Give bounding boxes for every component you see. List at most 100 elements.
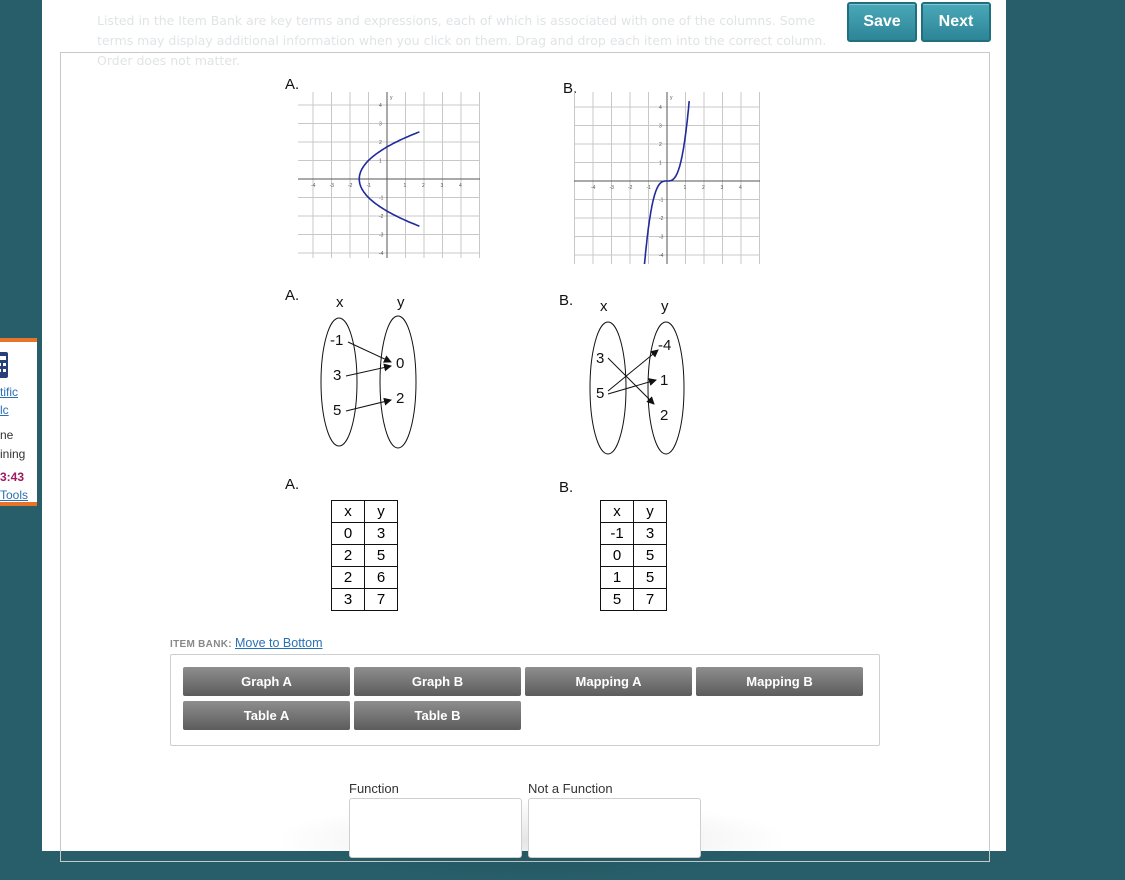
mapping-b-range-3: 2 [660, 407, 668, 424]
table-cell: 7 [364, 588, 398, 611]
mapping-a-x-head: x [336, 294, 344, 311]
function-column-label: Function [349, 781, 399, 796]
mapping-b-label: B. [559, 292, 574, 309]
scientific-calc-link-2[interactable]: lc [0, 403, 9, 417]
time-remaining-label-2: ining [0, 447, 26, 461]
item-mapping-b[interactable]: Mapping B [696, 667, 863, 696]
table-cell: 0 [600, 544, 634, 567]
x-tick-label: 2 [702, 185, 705, 191]
scientific-calc-link[interactable]: tific [0, 385, 18, 399]
mapping-b: x y 3 5 -4 1 2 [589, 298, 685, 455]
x-tick-label: -1 [647, 185, 652, 191]
table-b-head-y: y [633, 500, 667, 523]
table-a: xy 03 25 26 37 [331, 500, 398, 611]
time-remaining-label: ne [0, 428, 14, 442]
table-row: 57 [600, 588, 667, 611]
calculator-icon[interactable] [0, 352, 8, 378]
x-tick-label: 1 [404, 183, 407, 189]
mapping-b-arrow-2 [607, 349, 659, 392]
x-tick-label: -3 [610, 185, 615, 191]
y-tick-label: 1 [379, 159, 382, 165]
y-tick-label: 3 [659, 124, 662, 130]
x-tick-label: -3 [330, 183, 335, 189]
y-tick-label: -4 [659, 253, 664, 259]
y-tick-label: 4 [379, 103, 382, 109]
table-a-head-y: y [364, 500, 398, 523]
save-button[interactable]: Save [847, 2, 917, 42]
item-bank-header: ITEM BANK: Move to Bottom [170, 636, 323, 650]
not-function-column-label: Not a Function [528, 781, 613, 796]
x-tick-label: 1 [684, 185, 687, 191]
table-cell: 2 [331, 544, 365, 567]
x-tick-label: 2 [422, 183, 425, 189]
next-button[interactable]: Next [921, 2, 991, 42]
x-tick-label: -2 [628, 185, 633, 191]
timer-value: 3:43 [0, 470, 25, 484]
y-tick-label: -2 [379, 214, 384, 220]
table-row: 03 [331, 522, 398, 545]
not-function-drop-zone[interactable] [528, 798, 701, 858]
tools-link[interactable]: Tools [0, 488, 28, 502]
table-row: 37 [331, 588, 398, 611]
graph-b: y -4 -3 -2 -1 1 2 3 4 4 3 2 1 -1 -2 -3 -4 [574, 92, 760, 264]
graph-a: y -4 -3 -2 -1 1 2 3 4 4 3 2 1 -1 -2 -3 -4 [298, 92, 480, 258]
item-graph-a[interactable]: Graph A [183, 667, 350, 696]
mapping-a-arrow-1 [347, 341, 392, 363]
mapping-a-y-head: y [397, 294, 405, 311]
side-tools-panel: tific lc ne ining 3:43 Tools [0, 338, 37, 506]
table-row: 25 [331, 544, 398, 567]
x-tick-label: 3 [721, 185, 724, 191]
x-tick-label: 4 [739, 185, 742, 191]
item-table-b[interactable]: Table B [354, 701, 521, 730]
mapping-b-domain-1: 3 [596, 350, 604, 367]
y-tick-label: 2 [659, 142, 662, 148]
table-cell: 2 [331, 566, 365, 589]
mapping-a-range-1: 0 [396, 355, 404, 372]
mapping-b-y-head: y [661, 298, 669, 315]
x-tick-label: 4 [459, 183, 462, 189]
mapping-b-range-1: -4 [658, 337, 671, 354]
y-tick-label: -4 [379, 251, 384, 257]
mapping-a-arrow-2 [345, 363, 392, 377]
y-tick-label: -2 [659, 216, 664, 222]
table-cell: 3 [633, 522, 667, 545]
table-row: 15 [600, 566, 667, 589]
graph-a-label: A. [285, 76, 300, 93]
mapping-b-arrow-1 [607, 357, 655, 405]
table-cell: -1 [600, 522, 634, 545]
item-mapping-a[interactable]: Mapping A [525, 667, 692, 696]
x-tick-label: -1 [367, 183, 372, 189]
mapping-a-domain-2: 3 [333, 367, 341, 384]
y-tick-label: -1 [379, 196, 384, 202]
y-tick-label: 2 [379, 140, 382, 146]
y-tick-label: 4 [659, 105, 662, 111]
mapping-a-label: A. [285, 287, 300, 304]
mapping-b-domain-2: 5 [596, 385, 604, 402]
mapping-a-range-oval [379, 315, 417, 449]
question-page: Listed in the Item Bank are key terms an… [42, 0, 1006, 880]
y-tick-label: -3 [379, 233, 384, 239]
mapping-a-domain-1: -1 [330, 332, 343, 349]
table-a-label: A. [285, 476, 300, 493]
table-row: 05 [600, 544, 667, 567]
y-tick-label: 3 [379, 122, 382, 128]
item-table-a[interactable]: Table A [183, 701, 350, 730]
table-b-label: B. [559, 479, 574, 496]
function-drop-zone[interactable] [349, 798, 522, 858]
table-row: xy [331, 500, 398, 523]
y-tick-label: -1 [659, 198, 664, 204]
item-bank-title: ITEM BANK: [170, 639, 232, 650]
x-tick-label: -4 [591, 185, 596, 191]
mapping-a-domain-3: 5 [333, 402, 341, 419]
item-graph-b[interactable]: Graph B [354, 667, 521, 696]
item-bank: Graph A Graph B Mapping A Mapping B Tabl… [170, 654, 880, 746]
table-row: -1 3 [600, 522, 667, 545]
table-b-head-x: x [600, 500, 634, 523]
table-cell: 1 [600, 566, 634, 589]
table-b: xy -1 3 05 15 57 [600, 500, 667, 611]
table-row: 26 [331, 566, 398, 589]
move-to-bottom-link[interactable]: Move to Bottom [235, 636, 323, 650]
table-cell: 3 [331, 588, 365, 611]
table-cell: 5 [600, 588, 634, 611]
table-cell: 7 [633, 588, 667, 611]
